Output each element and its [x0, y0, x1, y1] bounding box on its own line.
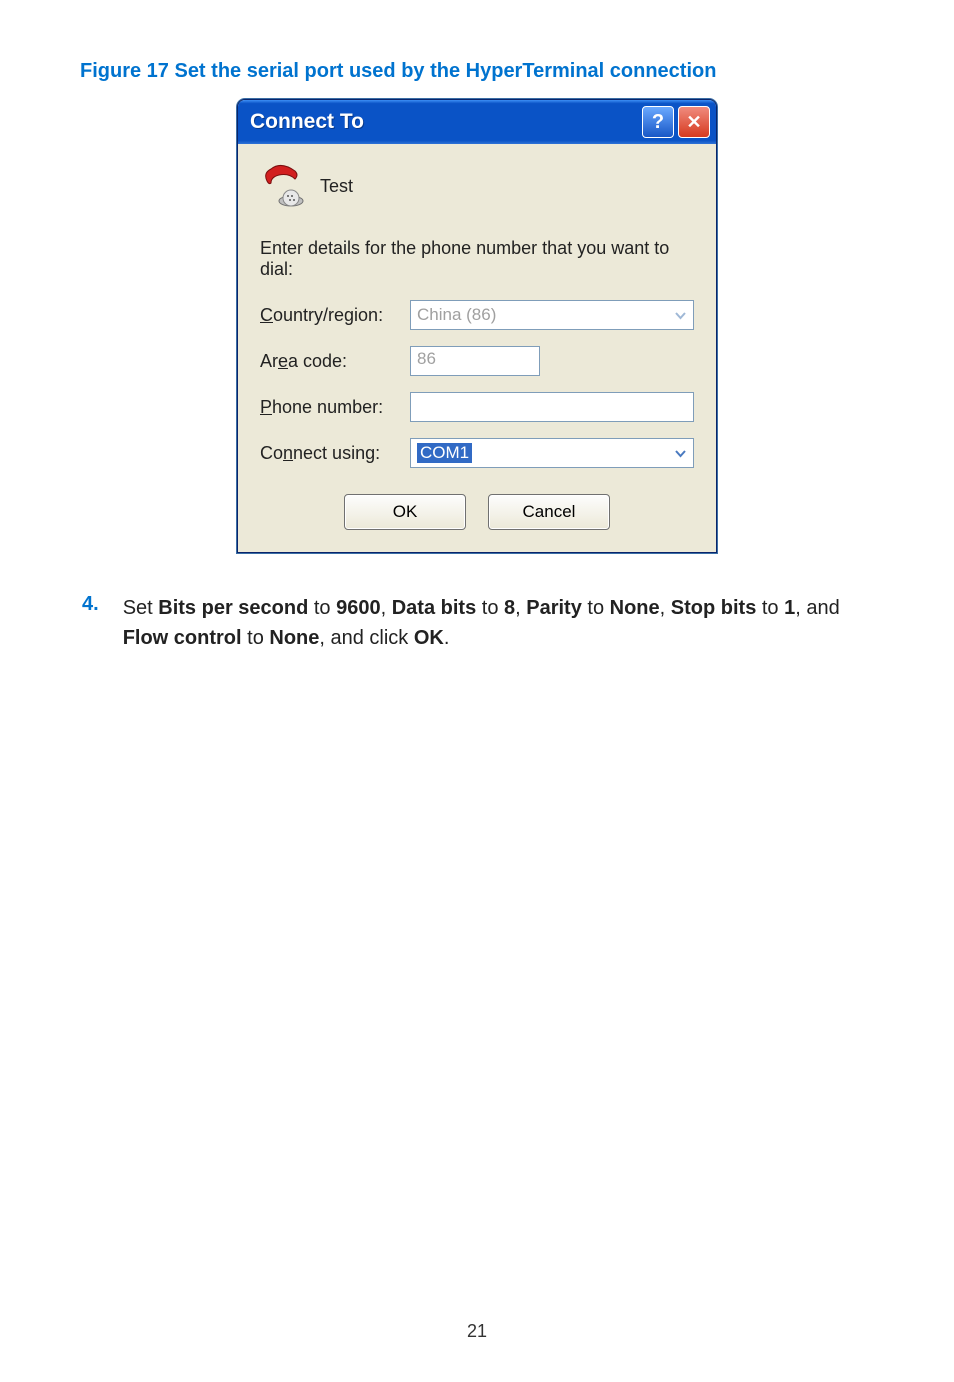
area-code-input[interactable]: 86 [410, 346, 540, 376]
dialog-titlebar: Connect To ? ✕ [238, 100, 716, 144]
phone-icon [260, 162, 308, 210]
chevron-down-icon [674, 303, 687, 327]
dialog-title: Connect To [250, 110, 364, 134]
ok-button[interactable]: OK [344, 494, 466, 530]
country-region-label: Country/region: [260, 305, 410, 326]
step-text: Set Bits per second to 9600, Data bits t… [123, 593, 874, 653]
connect-using-select[interactable]: COM1 [410, 438, 694, 468]
country-region-value: China (86) [417, 305, 496, 325]
figure-caption: Figure 17 Set the serial port used by th… [80, 60, 874, 83]
connect-to-dialog: Connect To ? ✕ [237, 99, 717, 553]
titlebar-buttons: ? ✕ [642, 106, 710, 138]
connection-icon-row: Test [260, 162, 694, 210]
connect-using-value: COM1 [417, 443, 472, 463]
country-region-select[interactable]: China (86) [410, 300, 694, 330]
cancel-button[interactable]: Cancel [488, 494, 610, 530]
dialog-body: Test Enter details for the phone number … [238, 144, 716, 552]
phone-number-input[interactable] [410, 392, 694, 422]
connect-using-label: Connect using: [260, 443, 410, 464]
phone-number-row: Phone number: [260, 392, 694, 422]
step-number: 4. [82, 593, 99, 653]
dialog-button-row: OK Cancel [260, 494, 694, 530]
instruction-step-4: 4. Set Bits per second to 9600, Data bit… [80, 593, 874, 653]
help-button[interactable]: ? [642, 106, 674, 138]
dialog-instruction: Enter details for the phone number that … [260, 238, 694, 280]
connect-using-row: Connect using: COM1 [260, 438, 694, 468]
page-number: 21 [0, 1321, 954, 1342]
phone-number-label: Phone number: [260, 397, 410, 418]
area-code-row: Area code: 86 [260, 346, 694, 376]
country-region-row: Country/region: China (86) [260, 300, 694, 330]
connection-name-label: Test [320, 176, 353, 197]
close-button[interactable]: ✕ [678, 106, 710, 138]
area-code-label: Area code: [260, 351, 410, 372]
chevron-down-icon [674, 441, 687, 465]
